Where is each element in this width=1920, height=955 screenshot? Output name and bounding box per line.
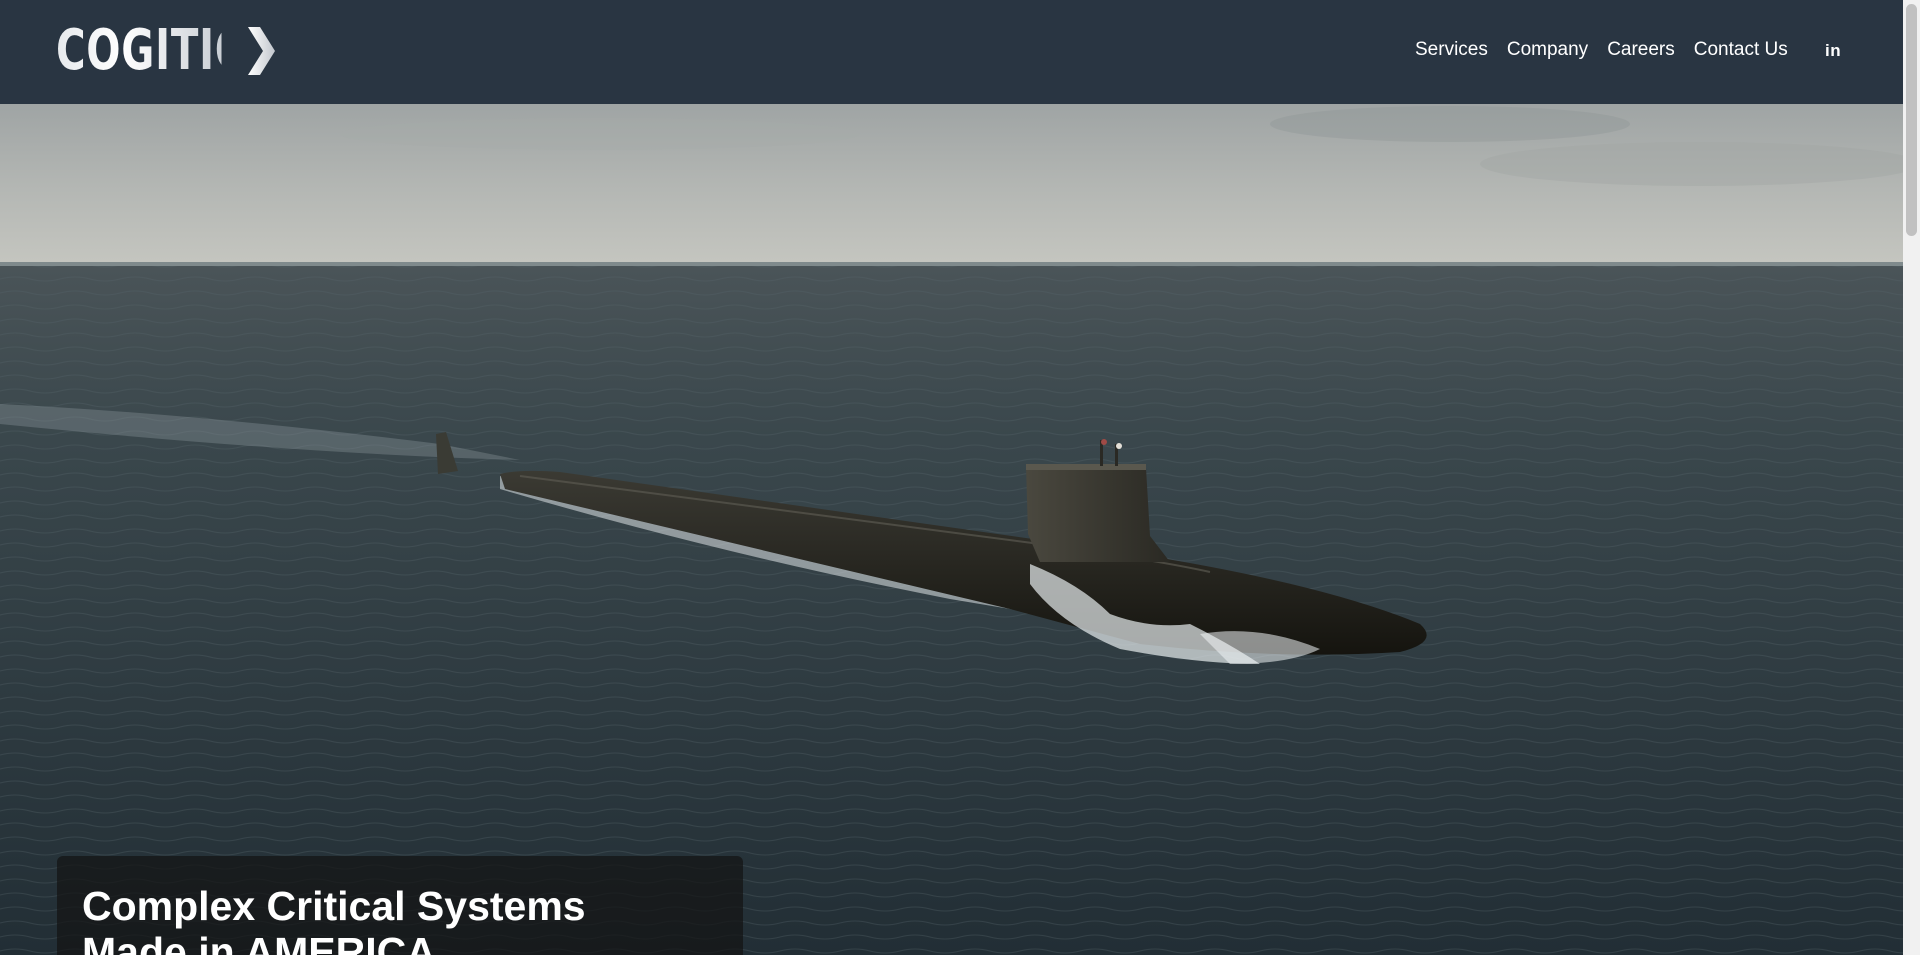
hero-caption-line-2: Made in AMERICA [82, 929, 436, 955]
hero: Complex Critical Systems Made in AMERICA [0, 104, 1903, 955]
chevron-right-icon [248, 27, 275, 75]
site-header: COGITIC Services Company Careers Contact… [0, 0, 1903, 104]
logo-text: COGITIC [56, 18, 246, 83]
hero-caption-line-1: Complex Critical Systems [82, 883, 586, 929]
nav-careers[interactable]: Careers [1607, 38, 1675, 62]
main-nav: Services Company Careers Contact Us [1415, 38, 1788, 62]
scrollbar-thumb[interactable] [1906, 4, 1917, 236]
hero-image [0, 104, 1903, 955]
page-scrollbar[interactable] [1903, 0, 1920, 955]
hero-caption: Complex Critical Systems Made in AMERICA [57, 856, 743, 955]
logo[interactable]: COGITIC [56, 18, 286, 83]
nav-company[interactable]: Company [1507, 38, 1588, 62]
nav-contact-us[interactable]: Contact Us [1694, 38, 1788, 62]
nav-services[interactable]: Services [1415, 38, 1488, 62]
linkedin-icon[interactable]: in [1825, 40, 1841, 62]
